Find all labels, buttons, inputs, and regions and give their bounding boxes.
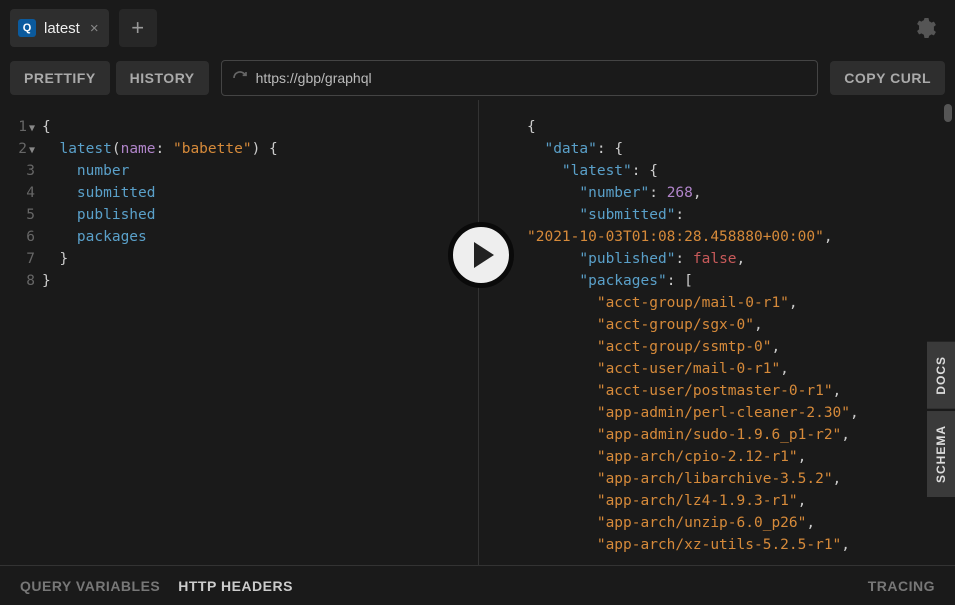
code-body[interactable]: { latest(name: "babette") { number submi… <box>42 116 478 292</box>
result-pane[interactable]: { "data": { "latest": { "number": 268, "… <box>478 100 955 565</box>
tab-title: latest <box>44 20 80 37</box>
tab-active[interactable]: Q latest × <box>10 9 109 47</box>
toolbar: PRETTIFY HISTORY COPY CURL <box>0 56 955 100</box>
history-button[interactable]: HISTORY <box>116 61 209 95</box>
close-icon[interactable]: × <box>90 20 99 37</box>
footer-bar: QUERY VARIABLES HTTP HEADERS TRACING <box>0 565 955 605</box>
docs-tab[interactable]: DOCS <box>927 342 955 409</box>
tab-badge-icon: Q <box>18 19 36 37</box>
schema-tab[interactable]: SCHEMA <box>927 411 955 497</box>
main-split: 1▼ 2▼ 3 4 5 6 7 8 { latest(name: "babett… <box>0 100 955 565</box>
add-tab-button[interactable]: + <box>119 9 157 47</box>
fold-icon[interactable]: ▼ <box>29 123 35 134</box>
tab-http-headers[interactable]: HTTP HEADERS <box>178 578 293 594</box>
endpoint-input[interactable] <box>221 60 819 96</box>
line-gutter: 1▼ 2▼ 3 4 5 6 7 8 <box>0 116 38 292</box>
query-editor[interactable]: 1▼ 2▼ 3 4 5 6 7 8 { latest(name: "babett… <box>0 100 478 565</box>
gear-icon[interactable] <box>913 16 937 45</box>
tab-tracing[interactable]: TRACING <box>868 578 935 594</box>
side-tabs: DOCS SCHEMA <box>927 342 955 499</box>
play-icon <box>474 242 494 268</box>
endpoint-url[interactable] <box>256 70 808 86</box>
execute-button[interactable] <box>448 222 514 288</box>
scrollbar-thumb[interactable] <box>944 104 952 122</box>
fold-icon[interactable]: ▼ <box>29 145 35 156</box>
tab-query-variables[interactable]: QUERY VARIABLES <box>20 578 160 594</box>
copy-curl-button[interactable]: COPY CURL <box>830 61 945 95</box>
reload-icon[interactable] <box>232 70 248 86</box>
prettify-button[interactable]: PRETTIFY <box>10 61 110 95</box>
tab-bar: Q latest × + <box>0 0 955 56</box>
